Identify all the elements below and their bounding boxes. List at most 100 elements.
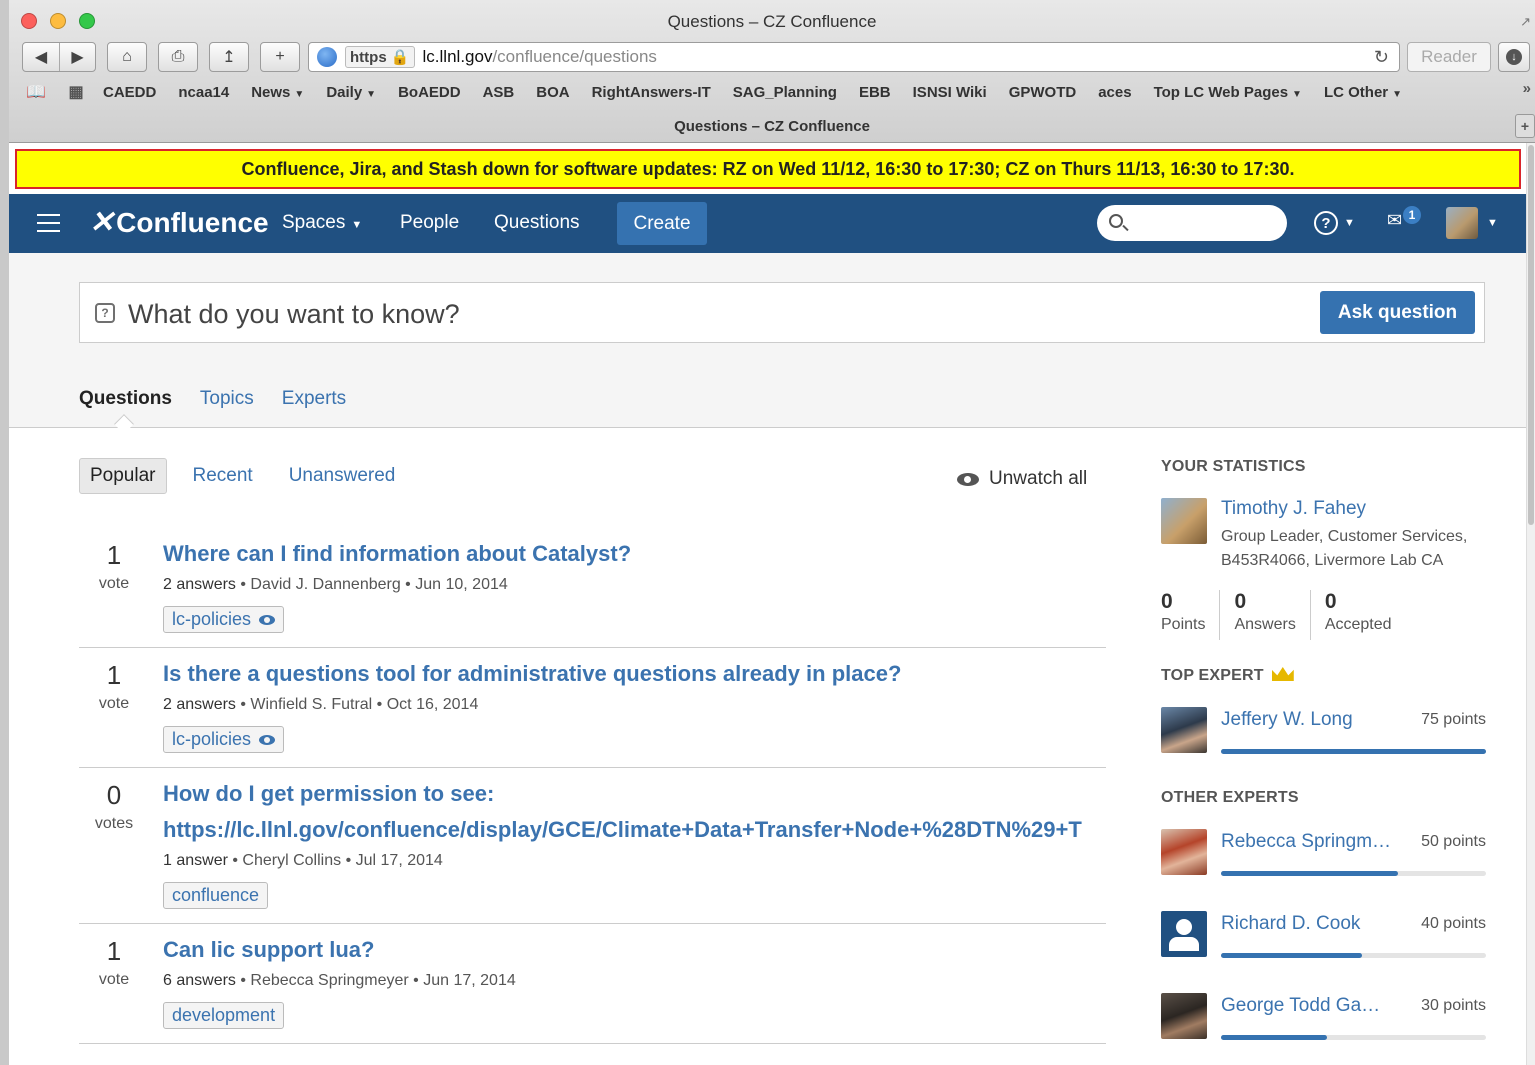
- user-avatar[interactable]: [1446, 207, 1478, 239]
- question-date: Oct 16, 2014: [386, 696, 479, 713]
- https-lock-icon: https 🔒: [345, 46, 415, 68]
- reload-icon[interactable]: ↻: [1374, 47, 1389, 68]
- expert-name-link[interactable]: Richard D. Cook: [1221, 913, 1360, 935]
- topic-tag[interactable]: lc-policies: [163, 726, 285, 753]
- bookmark-item[interactable]: BoAEDD: [398, 84, 461, 101]
- expert-name-link[interactable]: Jeffery W. Long: [1221, 709, 1353, 731]
- expert-name-link[interactable]: George Todd Ga…: [1221, 995, 1380, 1017]
- filter-recent[interactable]: Recent: [193, 465, 253, 487]
- url-path: /confluence/questions: [492, 47, 657, 66]
- expert-name-link[interactable]: Rebecca Springm…: [1221, 831, 1391, 853]
- home-icon[interactable]: ⌂: [107, 42, 147, 72]
- forward-icon[interactable]: ▶: [59, 43, 95, 71]
- question-title-link[interactable]: Can lic support lua?: [163, 932, 1106, 968]
- back-forward-buttons: ◀ ▶: [22, 42, 96, 72]
- expert-progress-bar: [1221, 953, 1486, 958]
- nav-people[interactable]: People: [400, 212, 459, 234]
- page-scrollbar[interactable]: [1526, 143, 1535, 1065]
- print-icon[interactable]: ⎙: [158, 42, 198, 72]
- chevron-down-icon: ▼: [1292, 88, 1302, 100]
- question-author[interactable]: Cheryl Collins: [242, 852, 341, 869]
- browser-chrome: Questions – CZ Confluence ↗ ◀ ▶ ⌂ ⎙ ↥ + …: [9, 0, 1535, 143]
- bookmark-item[interactable]: Daily ▼: [326, 84, 376, 101]
- add-tab-icon[interactable]: +: [260, 42, 300, 72]
- back-icon[interactable]: ◀: [23, 43, 59, 71]
- topic-tag[interactable]: development: [163, 1002, 285, 1029]
- expert-avatar[interactable]: [1161, 911, 1207, 957]
- bookmark-item[interactable]: CAEDD: [103, 84, 156, 101]
- confluence-logo[interactable]: ✕ Confluence: [89, 205, 269, 240]
- filter-unanswered[interactable]: Unanswered: [289, 465, 396, 487]
- other-expert: Rebecca Springm… 50 points: [1161, 829, 1486, 889]
- ask-question-button[interactable]: Ask question: [1320, 291, 1475, 334]
- sidebar: YOUR STATISTICS Timothy J. Fahey Group L…: [1161, 458, 1486, 1065]
- menu-icon[interactable]: [37, 214, 60, 232]
- question-body: How do I get permission to see: https://l…: [163, 776, 1106, 909]
- more-bookmarks-icon[interactable]: »: [1523, 80, 1531, 97]
- expert-progress-fill: [1221, 871, 1398, 876]
- nav-spaces[interactable]: Spaces ▼: [282, 212, 362, 234]
- bookmark-item[interactable]: ncaa14: [178, 84, 229, 101]
- bookmark-item[interactable]: Top LC Web Pages ▼: [1154, 84, 1302, 101]
- question-body: Where can I find information about Catal…: [163, 536, 1106, 633]
- expert-avatar[interactable]: [1161, 707, 1207, 753]
- watch-eye-icon: [259, 614, 276, 625]
- active-tab[interactable]: Questions – CZ Confluence: [674, 118, 870, 135]
- tab-topics[interactable]: Topics: [200, 388, 254, 410]
- question-item: 1 vote Is there a questions tool for admin…: [79, 648, 1106, 768]
- share-icon[interactable]: ↥: [209, 42, 249, 72]
- topic-tag[interactable]: confluence: [163, 882, 269, 909]
- bookmark-item[interactable]: GPWOTD: [1009, 84, 1077, 101]
- question-title-link[interactable]: Is there a questions tool for administra…: [163, 656, 1106, 692]
- question-author[interactable]: Winfield S. Futral: [250, 696, 372, 713]
- scrollbar-thumb[interactable]: [1528, 145, 1534, 525]
- topic-tag[interactable]: lc-policies: [163, 606, 285, 633]
- question-author[interactable]: Rebecca Springmeyer: [250, 972, 408, 989]
- ask-question-input[interactable]: [128, 297, 1308, 331]
- create-button[interactable]: Create: [617, 202, 707, 245]
- eye-icon: [957, 472, 979, 486]
- unwatch-all-link[interactable]: Unwatch all: [957, 468, 1087, 490]
- question-author[interactable]: David J. Dannenberg: [250, 576, 400, 593]
- answer-count[interactable]: 2 answers: [163, 576, 236, 593]
- top-sites-icon[interactable]: ▦: [63, 82, 89, 102]
- question-title-link[interactable]: Where can I find information about Catal…: [163, 536, 1106, 572]
- bookmark-item[interactable]: ASB: [483, 84, 515, 101]
- bookmark-item[interactable]: aces: [1098, 84, 1131, 101]
- question-body: Is there a questions tool for administra…: [163, 656, 1106, 753]
- bookmark-item[interactable]: ISNSI Wiki: [913, 84, 987, 101]
- bookmark-item[interactable]: RightAnswers-IT: [592, 84, 711, 101]
- expert-avatar[interactable]: [1161, 993, 1207, 1039]
- expert-progress-bar: [1221, 871, 1486, 876]
- question-item: 1 vote Can lic support lua? 6 answers • Reb…: [79, 924, 1106, 1044]
- bookmark-item[interactable]: BOA: [536, 84, 569, 101]
- question-date: Jun 10, 2014: [415, 576, 508, 593]
- answer-count[interactable]: 6 answers: [163, 972, 236, 989]
- bookmark-item[interactable]: LC Other ▼: [1324, 84, 1402, 101]
- question-title-link[interactable]: How do I get permission to see:: [163, 776, 1106, 812]
- expert-points: 75 points: [1421, 711, 1486, 728]
- question-title-link-cont[interactable]: https://lc.llnl.gov/confluence/display/G…: [163, 812, 1106, 848]
- filter-popular[interactable]: Popular: [79, 458, 167, 494]
- reader-button[interactable]: Reader: [1407, 42, 1491, 72]
- bookmark-item[interactable]: SAG_Planning: [733, 84, 837, 101]
- nav-questions[interactable]: Questions: [494, 212, 580, 234]
- tab-questions[interactable]: Questions: [79, 388, 172, 410]
- bookmarks-bar: 📖 ▦ CAEDD ncaa14 News ▼ Daily ▼ BoAEDD ASB BOA Ri…: [23, 80, 1533, 104]
- my-name-link[interactable]: Timothy J. Fahey: [1221, 498, 1366, 520]
- bookmark-item[interactable]: EBB: [859, 84, 891, 101]
- new-tab-icon[interactable]: +: [1515, 114, 1535, 138]
- address-bar[interactable]: https 🔒 lc.llnl.gov/confluence/questions…: [308, 42, 1400, 72]
- bookmark-item[interactable]: News ▼: [251, 84, 304, 101]
- help-icon[interactable]: ?: [1314, 211, 1338, 235]
- confluence-header: ✕ Confluence Spaces ▼ People Questions Cr…: [9, 194, 1535, 253]
- nav-search-input[interactable]: [1097, 205, 1287, 241]
- answer-count[interactable]: 2 answers: [163, 696, 236, 713]
- tab-experts[interactable]: Experts: [282, 388, 346, 410]
- fullscreen-icon[interactable]: ↗: [1520, 14, 1531, 30]
- my-avatar[interactable]: [1161, 498, 1207, 544]
- answer-count[interactable]: 1 answer: [163, 852, 228, 869]
- reading-list-icon[interactable]: 📖: [23, 82, 49, 102]
- downloads-button[interactable]: ↓: [1498, 42, 1530, 72]
- expert-avatar[interactable]: [1161, 829, 1207, 875]
